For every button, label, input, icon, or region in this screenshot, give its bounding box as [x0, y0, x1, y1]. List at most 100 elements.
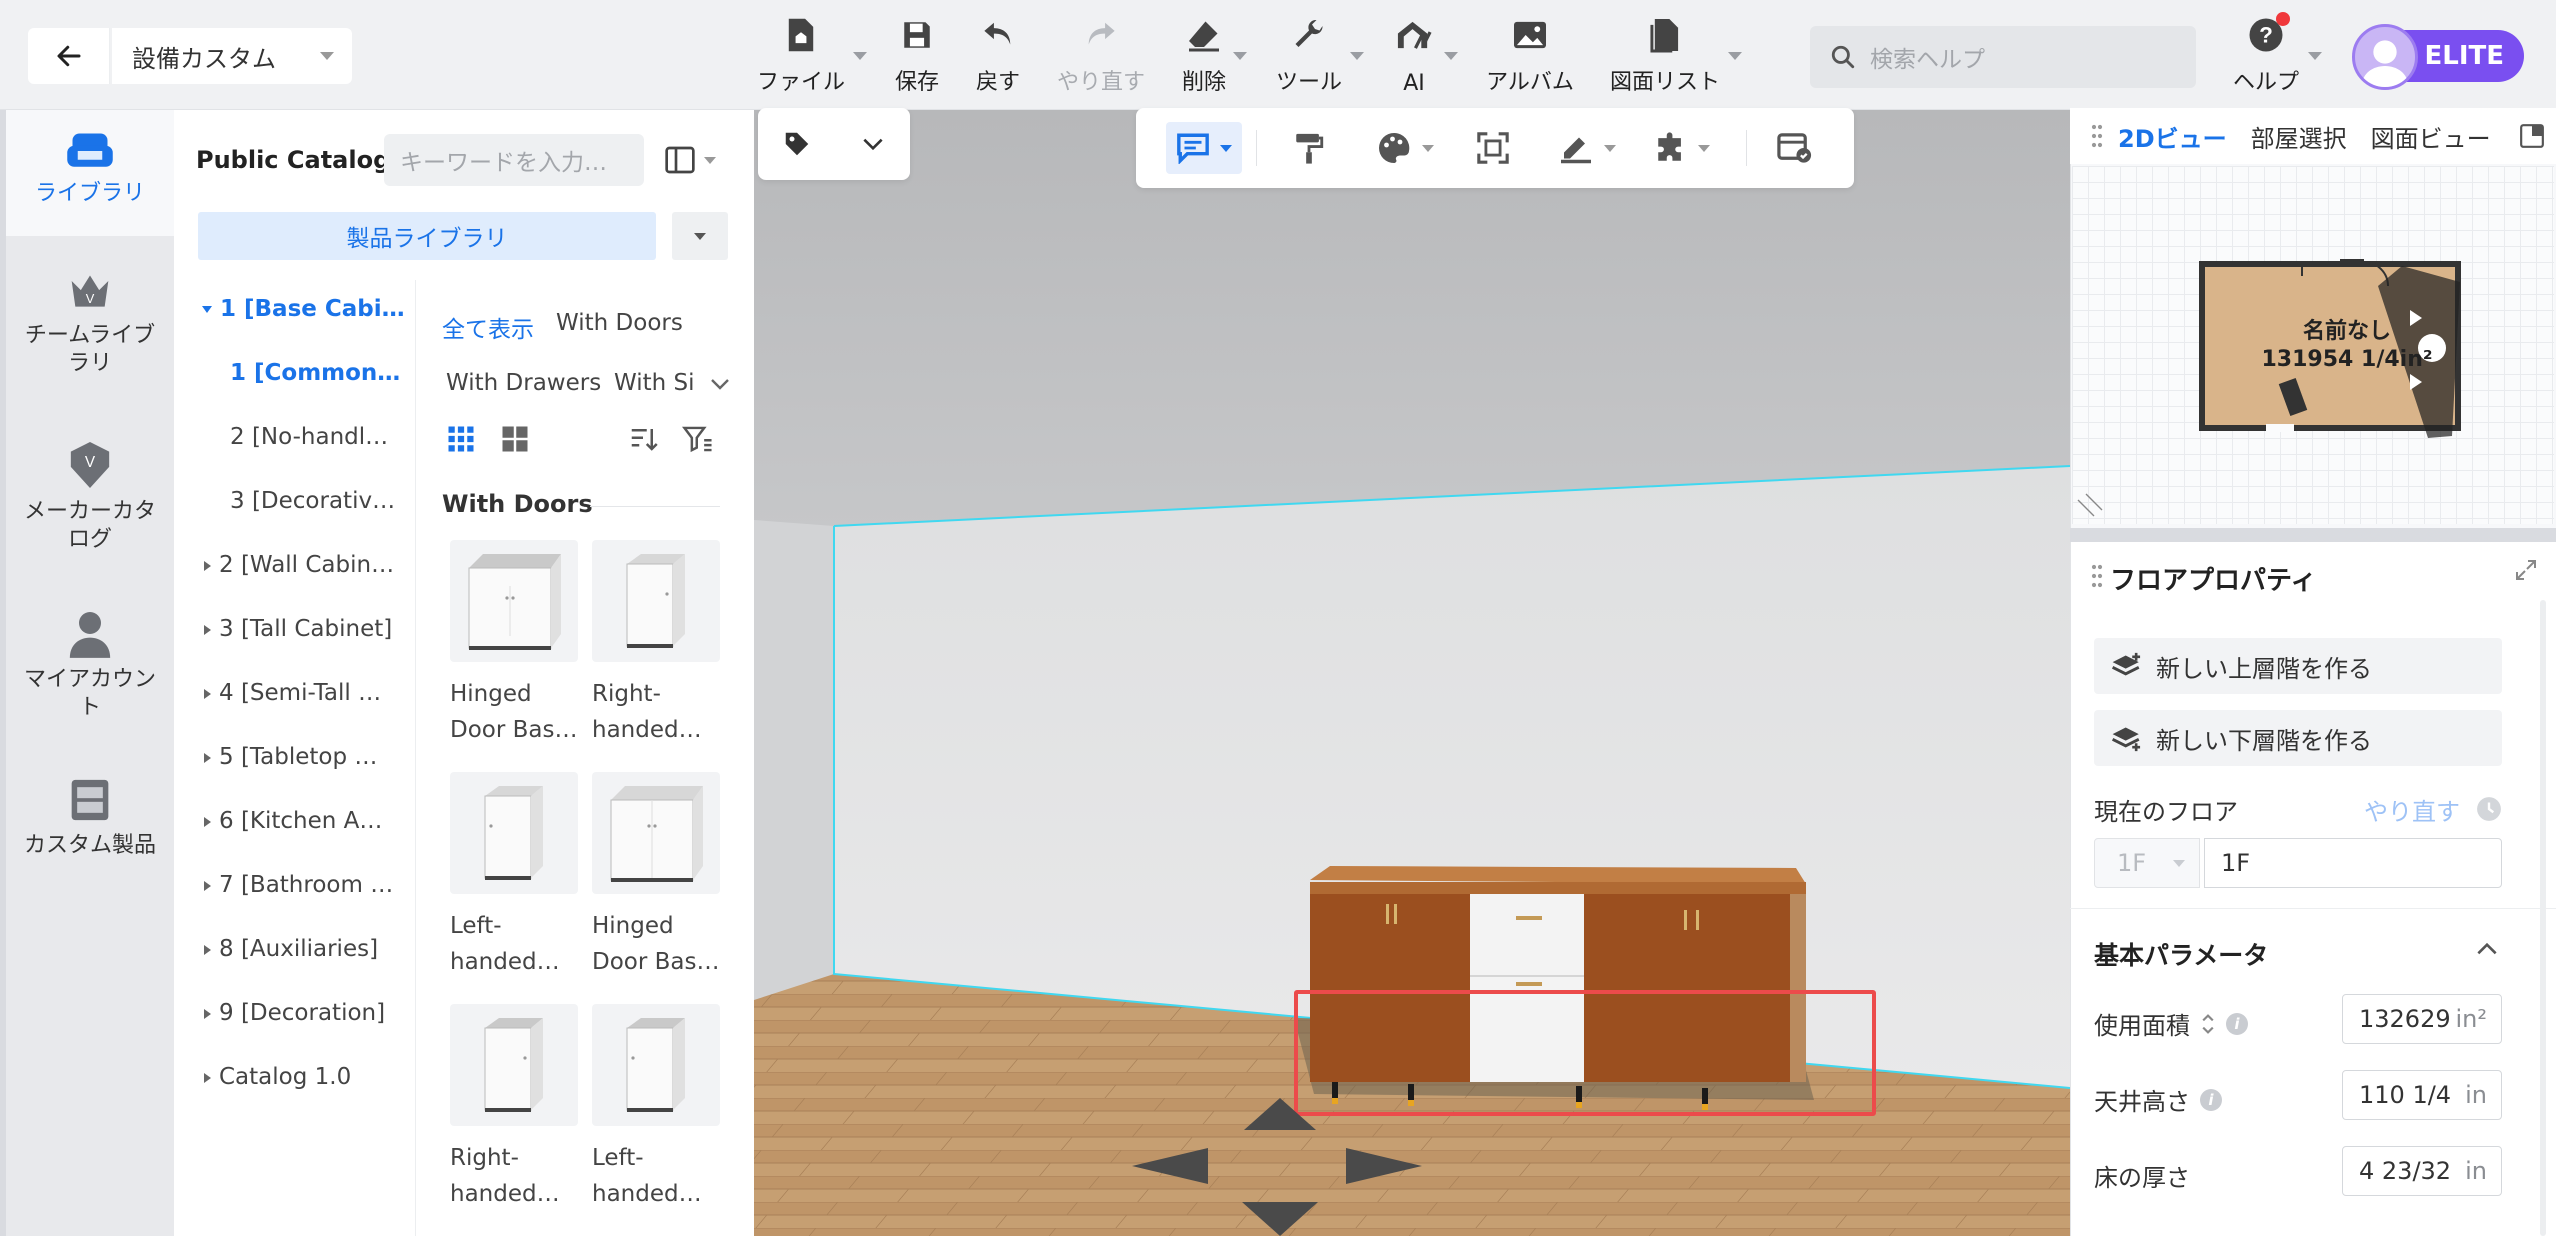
delete-caret-icon[interactable] — [1233, 52, 1247, 60]
filter-with-sink[interactable]: With Si — [614, 370, 696, 396]
filter-with-doors[interactable]: With Doors — [556, 310, 683, 336]
measure-tool[interactable] — [1558, 128, 1616, 168]
chevron-up-icon[interactable] — [2474, 938, 2500, 960]
tools-caret-icon[interactable] — [1350, 52, 1364, 60]
tree-item-base-cabinet[interactable]: 1 [Base Cabi… — [202, 296, 412, 322]
minimap-grid[interactable]: 名前なし 131954 1/4in² — [2072, 166, 2554, 524]
tree-item-auxiliaries[interactable]: 8 [Auxiliaries] — [204, 936, 412, 962]
tree-item-wall-cabinet[interactable]: 2 [Wall Cabin… — [204, 552, 412, 578]
delete-button[interactable]: 削除 — [1176, 16, 1232, 96]
product-card[interactable]: Left-handed… — [592, 1004, 722, 1212]
chevron-down-icon[interactable] — [708, 374, 732, 394]
info-icon[interactable]: i — [2226, 1012, 2248, 1035]
product-card[interactable]: Hinged Door Bas… — [592, 772, 722, 980]
info-icon[interactable]: i — [2200, 1088, 2222, 1111]
product-card[interactable]: Hinged Door Bas… — [450, 540, 580, 748]
rail-item-custom-products[interactable]: カスタム製品 — [6, 776, 174, 860]
tree-item-kitchen[interactable]: 6 [Kitchen A… — [204, 808, 412, 834]
save-button[interactable]: 保存 — [888, 16, 946, 96]
help-label: ヘルプ — [2232, 70, 2299, 95]
floor-thickness-input[interactable]: 4 23/32 in — [2342, 1146, 2502, 1196]
library-dropdown-button[interactable] — [672, 212, 728, 260]
catalog-search-input[interactable]: キーワードを入力… — [384, 134, 644, 186]
area-label-row: 使用面積 i — [2094, 1006, 2248, 1041]
plugin-tool[interactable] — [1654, 128, 1710, 168]
tree-item-tabletop[interactable]: 5 [Tabletop … — [204, 744, 412, 770]
product-card[interactable]: Right-handed… — [450, 1004, 580, 1212]
sort-icon[interactable] — [628, 424, 658, 454]
paint-roller-tool[interactable] — [1292, 128, 1326, 168]
rail-item-maker-catalog[interactable]: V メーカーカタログ — [6, 440, 174, 554]
drawing-list-menu[interactable]: 図面リスト — [1608, 16, 1722, 96]
chevron-down-icon[interactable] — [860, 133, 886, 155]
rail-item-my-account[interactable]: マイアカウント — [6, 610, 174, 722]
add-lower-floor-button[interactable]: 新しい下層階を作る — [2094, 710, 2502, 766]
comment-tool[interactable] — [1166, 122, 1242, 174]
tab-2d-view[interactable]: 2Dビュー — [2118, 119, 2227, 154]
tree-item-no-handle[interactable]: 2 [No-handl… — [230, 424, 412, 450]
undo-button[interactable]: 戻す — [968, 16, 1028, 96]
tree-item-semi-tall[interactable]: 4 [Semi-Tall … — [204, 680, 412, 706]
rail-label-custom-products: カスタム製品 — [23, 833, 156, 858]
grid-small-icon[interactable] — [446, 424, 476, 454]
material-tool[interactable] — [1376, 128, 1434, 168]
avatar[interactable] — [2352, 24, 2418, 90]
file-caret-icon[interactable] — [853, 52, 867, 60]
rail-item-team-library[interactable]: V チームライブラリ — [6, 270, 174, 378]
focus-select-tool[interactable] — [1476, 128, 1510, 168]
add-upper-floor-button[interactable]: 新しい上層階を作る — [2094, 638, 2502, 694]
filter-icon[interactable] — [682, 424, 714, 454]
drawing-list-caret-icon[interactable] — [1728, 52, 1742, 60]
toolbar-divider — [1256, 130, 1257, 166]
tree-item-bathroom[interactable]: 7 [Bathroom … — [204, 872, 412, 898]
floor-select[interactable]: 1F — [2094, 838, 2200, 888]
tag-icon[interactable] — [782, 129, 812, 159]
floor-name-input[interactable]: 1F — [2204, 838, 2502, 888]
redo-button[interactable]: やり直す — [1054, 16, 1148, 96]
tab-drawing-view[interactable]: 図面ビュー — [2371, 119, 2491, 154]
tree-item-decorative[interactable]: 3 [Decorativ… — [230, 488, 412, 514]
ai-caret-icon[interactable] — [1444, 52, 1458, 60]
cabinet-thumbnail-image — [626, 1018, 685, 1112]
album-button[interactable]: アルバム — [1484, 16, 1576, 96]
redo-link[interactable]: やり直す — [2364, 792, 2460, 827]
product-card[interactable]: Left-handed… — [450, 772, 580, 980]
area-input[interactable]: 132629 in² — [2342, 994, 2502, 1044]
basic-params-heading[interactable]: 基本パラメータ — [2094, 936, 2268, 972]
drag-handle-icon[interactable] — [2090, 564, 2104, 588]
sort-toggle-icon[interactable] — [2200, 1012, 2216, 1036]
clock-icon[interactable] — [2476, 796, 2502, 822]
project-select[interactable]: 設備カスタム — [112, 28, 352, 84]
filter-with-drawers[interactable]: With Drawers — [446, 370, 601, 396]
grid-large-icon[interactable] — [500, 424, 530, 454]
nav-left-arrow-icon[interactable] — [1132, 1148, 1208, 1184]
tree-item-decoration[interactable]: 9 [Decoration] — [204, 1000, 412, 1026]
nav-down-arrow-icon[interactable] — [1242, 1202, 1318, 1236]
panel-toggle-icon[interactable] — [2519, 123, 2545, 149]
props-scrollbar[interactable] — [2540, 600, 2546, 1236]
file-menu[interactable]: ファイル — [756, 16, 846, 96]
product-library-button[interactable]: 製品ライブラリ — [198, 212, 656, 260]
tree-item-catalog-1[interactable]: Catalog 1.0 — [204, 1064, 412, 1090]
tab-room-select[interactable]: 部屋選択 — [2251, 119, 2347, 154]
help-menu[interactable]: ? ヘルプ — [2230, 12, 2302, 96]
nav-right-arrow-icon[interactable] — [1346, 1148, 1422, 1184]
ceiling-height-input[interactable]: 110 1/4 in — [2342, 1070, 2502, 1120]
view-settings-tool[interactable] — [1776, 128, 1814, 168]
help-search-input[interactable]: 検索ヘルプ — [1810, 26, 2196, 88]
tools-menu[interactable]: ツール — [1276, 16, 1342, 96]
tree-item-tall-cabinet[interactable]: 3 [Tall Cabinet] — [204, 616, 412, 642]
tree-item-common[interactable]: 1 [Common… — [230, 360, 412, 386]
add-lower-floor-label: 新しい下層階を作る — [2156, 726, 2372, 755]
filter-show-all[interactable]: 全て表示 — [442, 310, 534, 344]
catalog-layout-button[interactable] — [664, 140, 728, 180]
ai-menu[interactable]: AI — [1392, 16, 1436, 96]
rail-item-library[interactable]: ライブラリ — [6, 110, 174, 236]
drag-handle-icon[interactable] — [2090, 124, 2104, 148]
ceiling-label: 天井高さ — [2094, 1088, 2190, 1116]
expand-icon[interactable] — [2514, 558, 2538, 582]
help-caret-icon[interactable] — [2308, 52, 2322, 60]
back-button[interactable] — [28, 28, 110, 84]
product-card[interactable]: Right-handed… — [592, 540, 722, 748]
nav-up-arrow-icon[interactable] — [1244, 1098, 1316, 1130]
